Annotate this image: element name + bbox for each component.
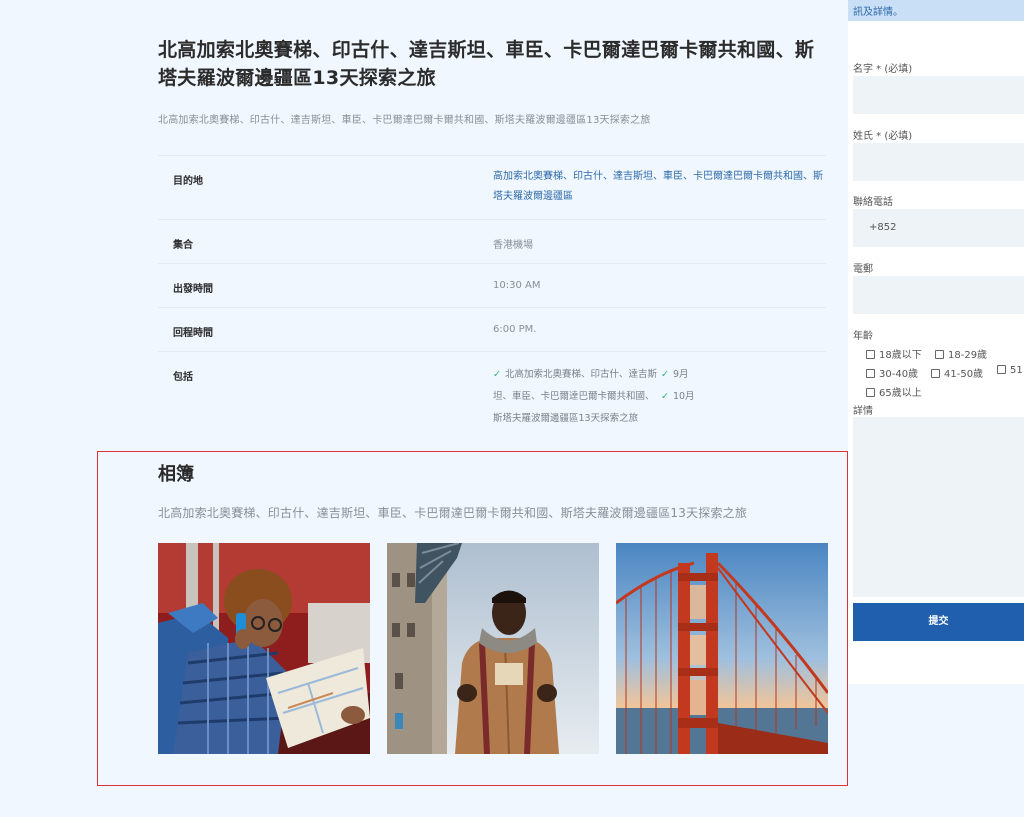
- album-photo-golden-gate[interactable]: [616, 543, 828, 754]
- destination-value[interactable]: 高加索北奧賽梯、印古什、達吉斯坦、車臣、卡巴爾達巴爾卡爾共和國、斯塔夫羅波爾邊疆…: [493, 167, 828, 207]
- email-label: 電郵: [853, 264, 873, 275]
- destination-label: 目的地: [173, 176, 203, 187]
- tour-title: 北高加索北奧賽梯、印古什、達吉斯坦、車臣、卡巴爾達巴爾卡爾共和國、斯塔夫羅波爾邊…: [158, 39, 815, 89]
- phone-input[interactable]: +852: [853, 209, 1024, 247]
- checkbox[interactable]: [931, 369, 940, 378]
- inquiry-form: 訊及詳情。 名字 * (必填) 姓氏 * (必填) 聯絡電話 +852 電郵 年…: [848, 0, 1024, 684]
- first-name-input[interactable]: [853, 76, 1024, 114]
- phone-label: 聯絡電話: [853, 197, 893, 208]
- return-label: 回程時間: [173, 328, 213, 339]
- album-photo-tower-bridge[interactable]: [387, 543, 599, 754]
- departure-value: 10:30 AM: [493, 280, 541, 291]
- checkbox[interactable]: [866, 388, 875, 397]
- first-name-label: 名字 * (必填): [853, 64, 913, 75]
- checkbox[interactable]: [997, 365, 1006, 374]
- includes-item: ✓ 10月: [661, 391, 695, 402]
- tour-details-table: 目的地 高加索北奧賽梯、印古什、達吉斯坦、車臣、卡巴爾達巴爾卡爾共和國、斯塔夫羅…: [158, 155, 826, 431]
- tour-subtitle: 北高加索北奧賽梯、印古什、達吉斯坦、車臣、卡巴爾達巴爾卡爾共和國、斯塔夫羅波爾邊…: [158, 115, 651, 126]
- detail-row-meeting: 集合 香港機場: [158, 219, 826, 263]
- detail-row-departure: 出發時間 10:30 AM: [158, 263, 826, 307]
- includes-item: ✓ 北高加索北奧賽梯、印古什、達吉斯坦、車臣、卡巴爾達巴爾卡爾共和國、斯塔夫羅波爾…: [493, 369, 657, 424]
- detail-row-includes: 包括 ✓ 北高加索北奧賽梯、印古什、達吉斯坦、車臣、卡巴爾達巴爾卡爾共和國、斯塔夫…: [158, 351, 826, 431]
- age-option[interactable]: 18-29歲: [935, 346, 987, 361]
- details-textarea[interactable]: [853, 417, 1024, 597]
- detail-row-destination: 目的地 高加索北奧賽梯、印古什、達吉斯坦、車臣、卡巴爾達巴爾卡爾共和國、斯塔夫羅…: [158, 155, 826, 219]
- meeting-value: 香港機場: [493, 240, 533, 251]
- details-label: 詳情: [853, 406, 873, 417]
- album-photo-traveler-map[interactable]: [158, 543, 370, 754]
- submit-button[interactable]: 提交: [853, 603, 1024, 641]
- check-icon: ✓: [493, 369, 501, 380]
- meeting-label: 集合: [173, 240, 193, 251]
- age-label: 年齡: [853, 331, 873, 342]
- age-option[interactable]: 65歲以上: [866, 384, 922, 399]
- album-subtitle: 北高加索北奧賽梯、印古什、達吉斯坦、車臣、卡巴爾達巴爾卡爾共和國、斯塔夫羅波爾邊…: [158, 506, 748, 520]
- check-icon: ✓: [661, 391, 669, 402]
- last-name-input[interactable]: [853, 143, 1024, 181]
- checkbox[interactable]: [866, 350, 875, 359]
- main-content: 北高加索北奧賽梯、印古什、達吉斯坦、車臣、卡巴爾達巴爾卡爾共和國、斯塔夫羅波爾邊…: [0, 0, 848, 817]
- last-name-label: 姓氏 * (必填): [853, 131, 913, 142]
- phone-prefix: +852: [869, 222, 897, 233]
- includes-item: ✓ 9月: [661, 369, 689, 380]
- checkbox[interactable]: [866, 369, 875, 378]
- includes-label: 包括: [173, 372, 193, 383]
- age-option[interactable]: 30-40歲: [866, 365, 918, 380]
- check-icon: ✓: [661, 369, 669, 380]
- form-header: 訊及詳情。: [848, 0, 1024, 21]
- age-option[interactable]: 51: [997, 365, 1023, 376]
- departure-label: 出發時間: [173, 284, 213, 295]
- album-title: 相簿: [158, 464, 194, 485]
- detail-row-return: 回程時間 6:00 PM.: [158, 307, 826, 351]
- age-option[interactable]: 41-50歲: [931, 365, 983, 380]
- email-input[interactable]: [853, 276, 1024, 314]
- return-value: 6:00 PM.: [493, 324, 537, 335]
- age-option[interactable]: 18歲以下: [866, 346, 922, 361]
- checkbox[interactable]: [935, 350, 944, 359]
- includes-months: ✓ 9月 ✓ 10月: [661, 364, 695, 408]
